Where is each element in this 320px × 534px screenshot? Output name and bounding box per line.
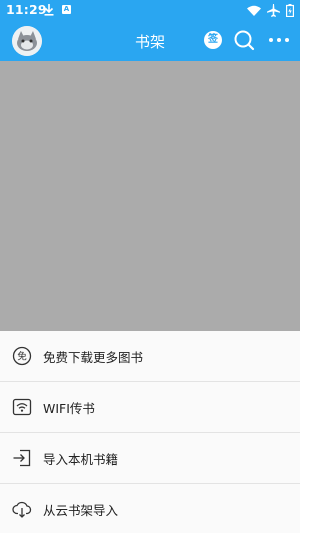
sheet-item-label: 从云书架导入 (43, 503, 119, 518)
dim-overlay[interactable] (0, 61, 300, 331)
download-icon (44, 4, 54, 16)
status-time: 11:29 (6, 2, 47, 17)
sign-in-icon[interactable]: 签 (204, 31, 222, 49)
status-bar: 11:29 A (0, 0, 300, 21)
cloud-import-icon (12, 501, 32, 518)
airplane-icon (267, 4, 280, 17)
free-icon-glyph: 免 (17, 351, 27, 363)
page-title: 书架 (134, 33, 165, 51)
cloud-import-item[interactable]: 从云书架导入 (0, 484, 300, 534)
import-local-item[interactable]: 导入本机书籍 (0, 433, 300, 484)
free-download-item[interactable]: 免 免费下载更多图书 (0, 331, 300, 382)
battery-icon (286, 4, 294, 17)
search-icon[interactable] (233, 29, 255, 51)
wifi-transfer-icon (12, 398, 32, 416)
wifi-icon (247, 5, 261, 16)
wifi-transfer-item[interactable]: WIFI传书 (0, 382, 300, 433)
sheet-item-label: 导入本机书籍 (43, 452, 119, 467)
free-download-icon: 免 (12, 346, 32, 366)
bottom-sheet: 免 免费下载更多图书 WIFI传书 导入本机书籍 从云书架导入 (0, 331, 300, 533)
toolbar: 书架 签 (0, 21, 300, 61)
sheet-item-label: 免费下载更多图书 (43, 350, 144, 365)
a-notification-icon: A (62, 5, 71, 14)
sheet-item-label: WIFI传书 (43, 401, 95, 416)
import-local-icon (13, 449, 31, 467)
more-icon[interactable] (266, 31, 292, 49)
